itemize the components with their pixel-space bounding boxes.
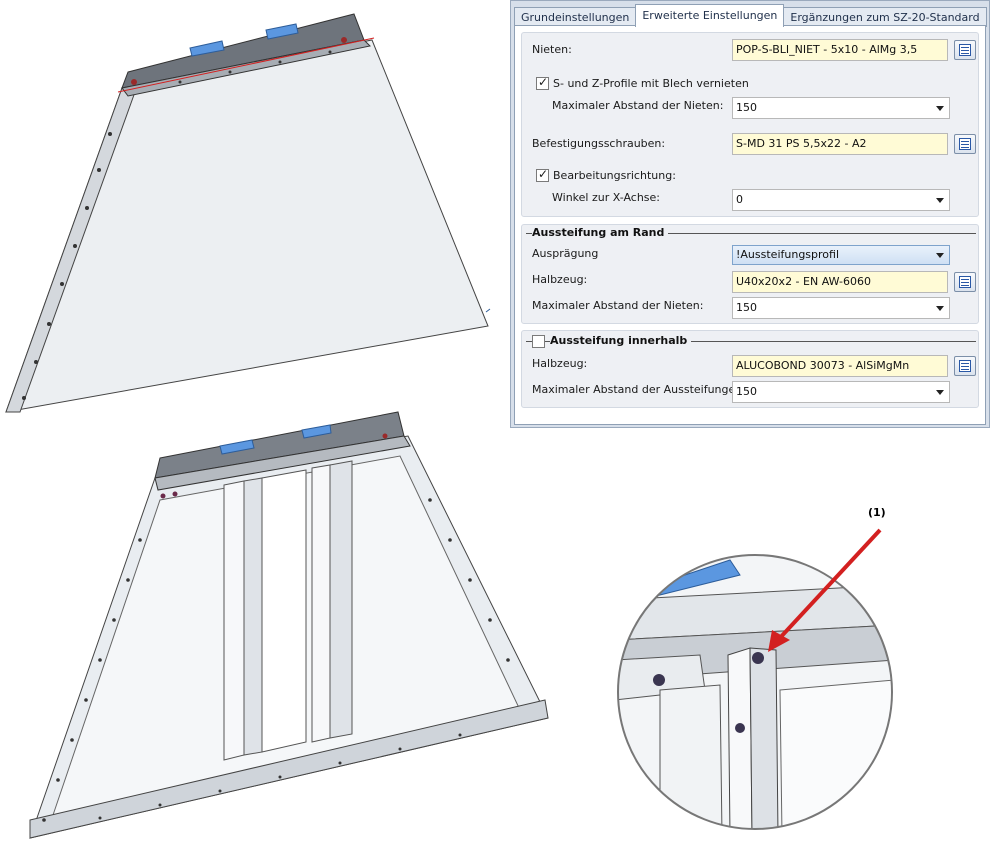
innen-max-abstand-label: Maximaler Abstand der Aussteifungen:: [532, 383, 746, 396]
rand-max-abstand-select[interactable]: 150: [732, 297, 950, 319]
catalog-icon: [959, 276, 971, 288]
tab-erweiterte-einstellungen[interactable]: Erweiterte Einstellungen: [635, 4, 785, 27]
catalog-icon: [959, 138, 971, 150]
aussteifung-rand-title: Aussteifung am Rand: [532, 226, 669, 239]
aussteifung-innerhalb-title: Aussteifung innerhalb: [550, 334, 692, 347]
befestigung-pick-button[interactable]: [954, 134, 976, 154]
top-model: [5, 13, 491, 413]
rand-halbzeug-label: Halbzeug:: [532, 273, 588, 286]
innen-halbzeug-pick-button[interactable]: [954, 356, 976, 376]
max-abstand-nieten-value: 150: [736, 101, 757, 114]
chevron-down-icon: [936, 198, 944, 203]
chevron-down-icon: [936, 306, 944, 311]
chevron-down-icon: [936, 106, 944, 111]
winkel-select[interactable]: 0: [732, 189, 950, 211]
auspraegung-value: !Aussteifungsprofil: [736, 248, 840, 261]
befestigung-field[interactable]: S-MD 31 PS 5,5x22 - A2: [732, 133, 948, 155]
aussteifung-rand-group: Aussteifung am Rand Ausprägung !Aussteif…: [521, 224, 979, 324]
settings-dialog: Grundeinstellungen Erweiterte Einstellun…: [510, 0, 990, 428]
innen-max-abstand-value: 150: [736, 385, 757, 398]
innen-halbzeug-field[interactable]: ALUCOBOND 30073 - AlSiMgMn: [732, 355, 948, 377]
general-group: Nieten: POP-S-BLI_NIET - 5x10 - AlMg 3,5…: [521, 32, 979, 217]
aussteifung-innerhalb-group: Aussteifung innerhalb Halbzeug: ALUCOBON…: [521, 330, 979, 408]
innen-max-abstand-select[interactable]: 150: [732, 381, 950, 403]
tab-bar: Grundeinstellungen Erweiterte Einstellun…: [514, 4, 987, 27]
nieten-pick-button[interactable]: [954, 40, 976, 60]
callout-label: (1): [868, 506, 886, 519]
innen-halbzeug-label: Halbzeug:: [532, 357, 588, 370]
bearbeitung-label: Bearbeitungsrichtung:: [553, 169, 676, 182]
catalog-icon: [959, 44, 971, 56]
sz-profile-checkbox[interactable]: [536, 75, 549, 90]
rand-max-abstand-label: Maximaler Abstand der Nieten:: [532, 299, 704, 312]
nieten-label: Nieten:: [532, 43, 572, 56]
sz-profile-label: S- und Z-Profile mit Blech vernieten: [553, 77, 749, 90]
auspraegung-label: Ausprägung: [532, 247, 599, 260]
chevron-down-icon: [936, 390, 944, 395]
bottom-model: [29, 411, 549, 839]
max-abstand-nieten-label: Maximaler Abstand der Nieten:: [552, 99, 724, 112]
rand-halbzeug-field[interactable]: U40x20x2 - EN AW-6060: [732, 271, 948, 293]
max-abstand-nieten-select[interactable]: 150: [732, 97, 950, 119]
tab-grundeinstellungen[interactable]: Grundeinstellungen: [514, 7, 637, 27]
rand-max-abstand-value: 150: [736, 301, 757, 314]
auspraegung-select[interactable]: !Aussteifungsprofil: [732, 245, 950, 265]
nieten-field[interactable]: POP-S-BLI_NIET - 5x10 - AlMg 3,5: [732, 39, 948, 61]
befestigung-label: Befestigungsschrauben:: [532, 137, 666, 150]
winkel-value: 0: [736, 193, 743, 206]
winkel-label: Winkel zur X-Achse:: [552, 191, 660, 204]
catalog-icon: [959, 360, 971, 372]
tab-page: Nieten: POP-S-BLI_NIET - 5x10 - AlMg 3,5…: [514, 25, 986, 425]
rand-halbzeug-pick-button[interactable]: [954, 272, 976, 292]
tab-ergaenzungen[interactable]: Ergänzungen zum SZ-20-Standard: [783, 7, 987, 27]
aussteifung-innerhalb-checkbox[interactable]: [532, 335, 545, 348]
bearbeitung-checkbox[interactable]: [536, 167, 549, 182]
chevron-down-icon: [936, 253, 944, 258]
